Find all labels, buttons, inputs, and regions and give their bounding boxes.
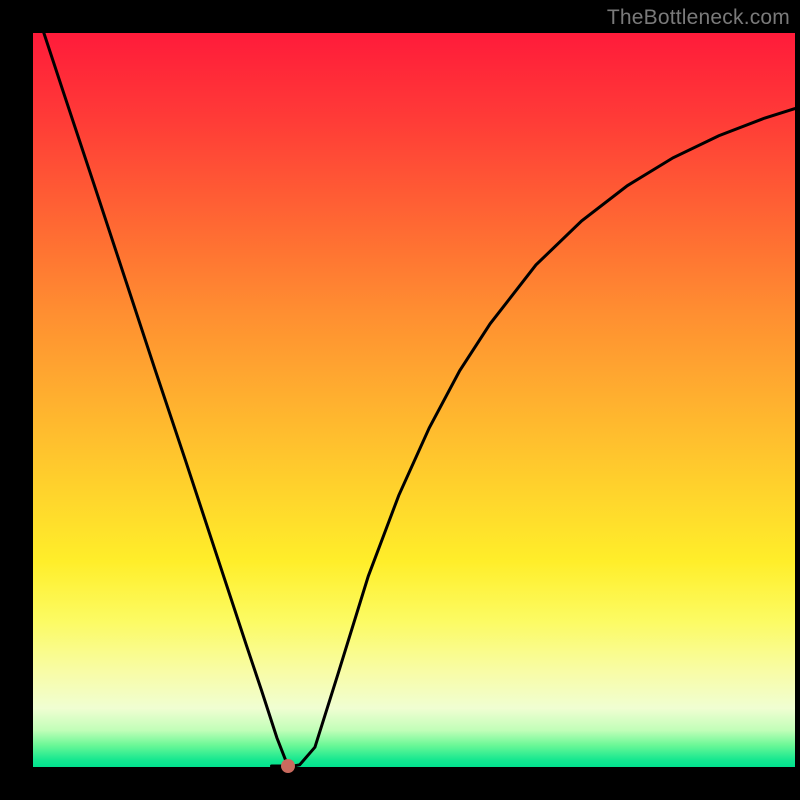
bottleneck-curve xyxy=(33,33,795,767)
plot-area xyxy=(33,33,795,767)
watermark-text: TheBottleneck.com xyxy=(607,6,790,30)
optimum-marker xyxy=(281,759,295,773)
chart-frame: TheBottleneck.com xyxy=(0,0,800,800)
